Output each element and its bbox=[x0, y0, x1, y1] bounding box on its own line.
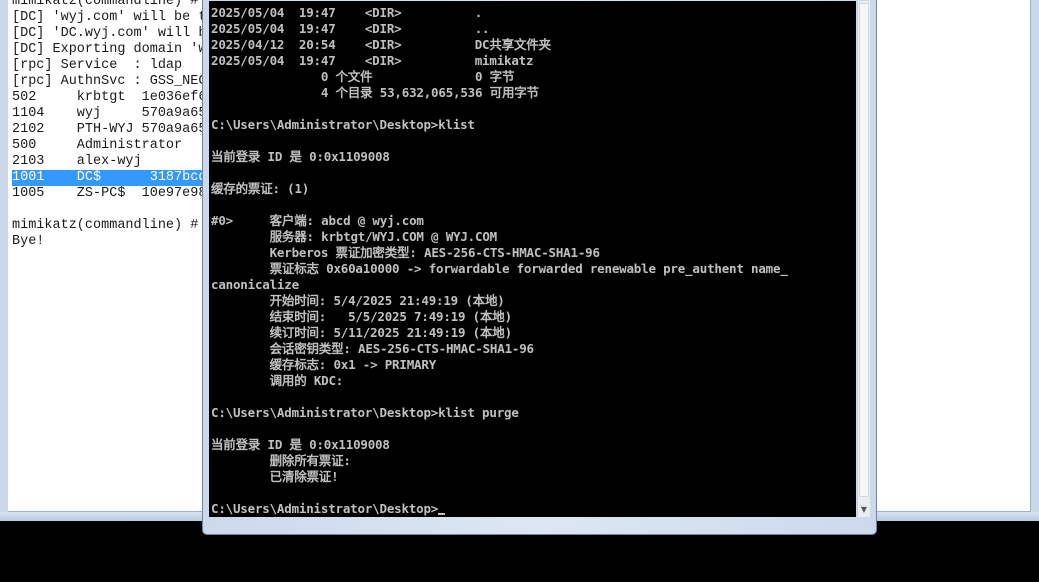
cmd-line bbox=[211, 133, 788, 149]
cmd-line: 续订时间: 5/11/2025 21:49:19 (本地) bbox=[211, 325, 513, 340]
cmd-line bbox=[211, 421, 788, 437]
cmd-line: C:\Users\Administrator\Desktop>klist bbox=[211, 117, 475, 132]
cmd-line: 缓存的票证: (1) bbox=[211, 181, 310, 196]
cmd-line: C:\Users\Administrator\Desktop>klist pur… bbox=[211, 405, 519, 420]
cmd-line: 4 个目录 53,632,065,536 可用字节 bbox=[211, 85, 539, 100]
cmd-line: canonicalize bbox=[211, 277, 299, 292]
cmd-line bbox=[211, 389, 788, 405]
cmd-line: 当前登录 ID 是 0:0x1109008 bbox=[211, 437, 390, 452]
cmd-prompt: C:\Users\Administrator\Desktop> bbox=[211, 501, 439, 516]
cmd-line: 已清除票证! bbox=[211, 469, 339, 484]
cmd-line: 2025/05/04 19:47 <DIR> . bbox=[211, 5, 483, 20]
cmd-line: 服务器: krbtgt/WYJ.COM @ WYJ.COM bbox=[211, 229, 498, 244]
scroll-down-arrow-icon[interactable]: ▼ bbox=[858, 503, 870, 517]
selected-text: 1001 DC$ 3187bcd3 bbox=[12, 170, 215, 185]
cmd-line: 0 个文件 0 字节 bbox=[211, 69, 515, 84]
cmd-line: #0> 客户端: abcd @ wyj.com bbox=[211, 213, 424, 228]
cmd-line: 开始时间: 5/4/2025 21:49:19 (本地) bbox=[211, 293, 505, 308]
cmd-line: 会话密钥类型: AES-256-CTS-HMAC-SHA1-96 bbox=[211, 341, 534, 356]
cmd-prompt-line[interactable]: C:\Users\Administrator\Desktop> bbox=[211, 501, 788, 517]
cmd-line bbox=[211, 101, 788, 117]
cmd-line: 缓存标志: 0x1 -> PRIMARY bbox=[211, 357, 437, 372]
cmd-line: 当前登录 ID 是 0:0x1109008 bbox=[211, 149, 390, 164]
cmd-line: 结束时间: 5/5/2025 7:49:19 (本地) bbox=[211, 309, 513, 324]
cmd-line: 调用的 KDC: bbox=[211, 373, 344, 388]
cmd-line bbox=[211, 485, 788, 501]
cmd-console-output[interactable]: 2025/05/04 19:47 <DIR> . 2025/05/04 19:4… bbox=[209, 1, 856, 517]
cmd-line: Kerberos 票证加密类型: AES-256-CTS-HMAC-SHA1-9… bbox=[211, 245, 600, 260]
cmd-line: 删除所有票证: bbox=[211, 453, 351, 468]
cmd-line: 票证标志 0x60a10000 -> forwardable forwarded… bbox=[211, 261, 788, 276]
vertical-scrollbar[interactable]: ▼ bbox=[857, 1, 870, 517]
cmd-line: 2025/05/04 19:47 <DIR> .. bbox=[211, 21, 490, 36]
scrollbar-thumb[interactable] bbox=[859, 3, 869, 497]
cmd-line: 2025/04/12 20:54 <DIR> DC共享文件夹 bbox=[211, 37, 551, 52]
cmd-line bbox=[211, 197, 788, 213]
cmd-window: 2025/05/04 19:47 <DIR> . 2025/05/04 19:4… bbox=[202, 0, 877, 535]
cmd-line bbox=[211, 165, 788, 181]
text-cursor bbox=[438, 513, 446, 515]
cmd-line: 2025/05/04 19:47 <DIR> mimikatz bbox=[211, 53, 534, 68]
